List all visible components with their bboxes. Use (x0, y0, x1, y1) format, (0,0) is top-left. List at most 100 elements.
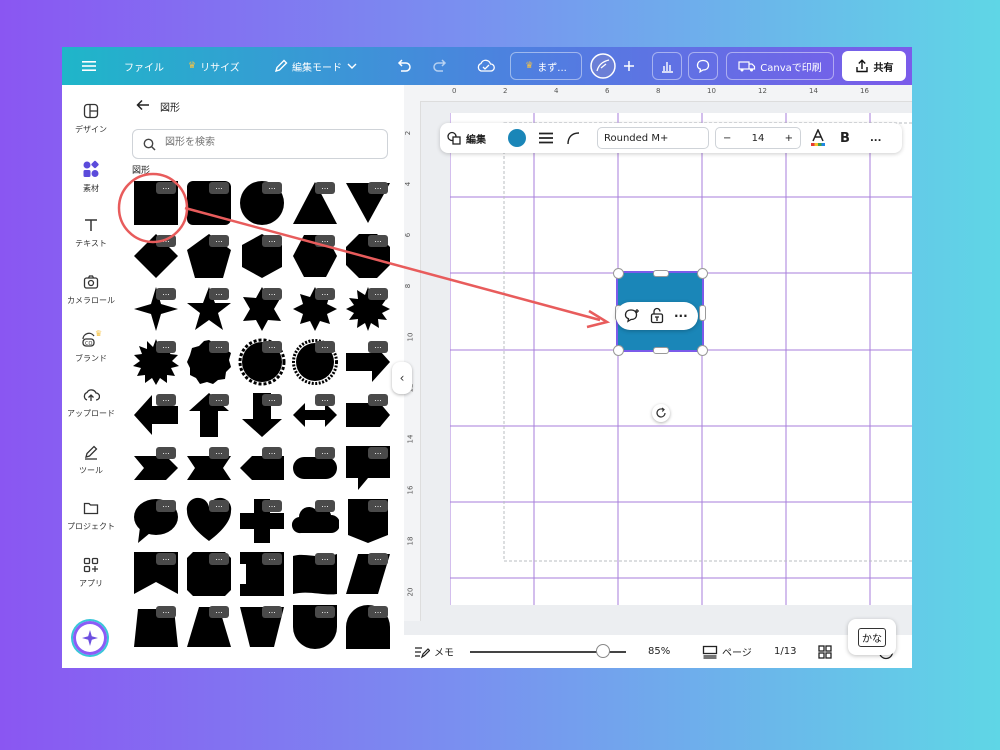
shape-speech[interactable]: ... (344, 444, 392, 492)
shape-more-button[interactable]: ... (315, 288, 335, 300)
shape-arrowR[interactable]: ... (344, 338, 392, 386)
rail-item-brand[interactable]: CO ♛ ブランド (62, 330, 120, 364)
rail-item-projects[interactable]: プロジェクト (62, 500, 120, 532)
shape-seal2[interactable]: ... (238, 338, 286, 386)
shape-roundsq[interactable]: ... (185, 179, 233, 227)
shape-star12[interactable]: ... (344, 285, 392, 333)
shape-trapDown[interactable]: ... (238, 603, 286, 651)
font-size-decrease-button[interactable]: − (723, 133, 731, 144)
shape-pill[interactable]: ... (291, 444, 339, 492)
shape-more-button[interactable]: ... (368, 394, 388, 406)
shape-seal[interactable]: ... (185, 338, 233, 386)
menu-button[interactable] (82, 47, 96, 85)
comment-add-button[interactable] (624, 308, 640, 328)
shape-shield[interactable]: ... (344, 497, 392, 545)
shape-star4[interactable]: ... (132, 285, 180, 333)
resize-handle-bl[interactable] (613, 345, 624, 356)
shape-more-button[interactable]: ... (156, 553, 176, 565)
shape-more-button[interactable]: ... (209, 235, 229, 247)
shape-octbox[interactable]: ... (185, 550, 233, 598)
share-button[interactable]: 共有 (842, 51, 906, 81)
input-mode-button[interactable]: かな (848, 619, 896, 655)
shape-more-button[interactable]: ... (262, 606, 282, 618)
more-options-button[interactable]: ... (870, 123, 881, 153)
shape-more-button[interactable]: ... (156, 394, 176, 406)
shape-circle[interactable]: ... (238, 179, 286, 227)
zoom-slider-track[interactable] (470, 644, 626, 658)
file-menu[interactable]: ファイル (124, 47, 164, 85)
shape-hexagon[interactable]: ... (238, 232, 286, 280)
shape-octagon[interactable]: ... (344, 232, 392, 280)
shape-more-button[interactable]: ... (368, 235, 388, 247)
rail-item-text[interactable]: テキスト (62, 217, 120, 249)
shape-more-button[interactable]: ... (262, 447, 282, 459)
shape-more-button[interactable]: ... (156, 447, 176, 459)
shape-ribbon[interactable]: ... (185, 444, 233, 492)
shape-more-button[interactable]: ... (156, 182, 176, 194)
shape-more-button[interactable]: ... (315, 394, 335, 406)
shape-more-button[interactable]: ... (262, 500, 282, 512)
resize-handle-br[interactable] (697, 345, 708, 356)
rail-item-design[interactable]: デザイン (62, 103, 120, 135)
border-style-button[interactable] (538, 123, 554, 153)
shape-more-button[interactable]: ... (209, 288, 229, 300)
shape-wave[interactable]: ... (291, 550, 339, 598)
save-status-button[interactable] (476, 47, 496, 85)
shape-triangle[interactable]: ... (291, 179, 339, 227)
shape-more-button[interactable]: ... (315, 182, 335, 194)
shape-more-button[interactable]: ... (315, 553, 335, 565)
shape-cloud[interactable]: ... (291, 497, 339, 545)
shape-more-button[interactable]: ... (156, 288, 176, 300)
print-with-canva-button[interactable]: Canvaで印刷 (726, 52, 834, 80)
shape-star5[interactable]: ... (185, 285, 233, 333)
undo-button[interactable] (396, 47, 412, 85)
shape-diamond[interactable]: ... (132, 232, 180, 280)
back-button[interactable] (136, 99, 150, 115)
rail-item-apps[interactable]: アプリ (62, 557, 120, 589)
shape-more-button[interactable]: ... (368, 182, 388, 194)
notes-button[interactable]: メモ (414, 635, 454, 668)
shape-more-button[interactable]: ... (209, 447, 229, 459)
avatar[interactable] (590, 47, 616, 85)
shape-uShape[interactable]: ... (291, 603, 339, 651)
shape-square[interactable]: ... (132, 179, 180, 227)
shape-more-button[interactable]: ... (368, 553, 388, 565)
edit-mode-dropdown[interactable]: 編集モード (274, 47, 358, 85)
shape-more-button[interactable]: ... (156, 235, 176, 247)
shape-hexflat[interactable]: ... (291, 232, 339, 280)
shape-more-button[interactable]: ... (156, 500, 176, 512)
rail-item-upload[interactable]: アップロード (62, 387, 120, 419)
shape-more-button[interactable]: ... (315, 341, 335, 353)
shape-bubble[interactable]: ... (132, 497, 180, 545)
collapse-panel-button[interactable]: ‹ (392, 362, 412, 394)
corner-rounding-button[interactable] (566, 123, 580, 153)
text-color-button[interactable] (810, 123, 826, 153)
resize-button[interactable]: ♛ リサイズ (188, 47, 240, 85)
font-selector[interactable]: Rounded M+ (597, 127, 709, 149)
resize-handle-tr[interactable] (697, 268, 708, 279)
shape-more-button[interactable]: ... (262, 288, 282, 300)
shape-star8[interactable]: ... (291, 285, 339, 333)
search-input[interactable] (163, 136, 377, 149)
shape-more-button[interactable]: ... (209, 500, 229, 512)
design-page[interactable] (450, 113, 912, 605)
shape-more-button[interactable]: ... (209, 341, 229, 353)
rail-item-elements[interactable]: 素材 (62, 160, 120, 194)
shape-more-button[interactable]: ... (156, 341, 176, 353)
shape-arch[interactable]: ... (344, 603, 392, 651)
shape-heart[interactable]: ... (185, 497, 233, 545)
shape-more-button[interactable]: ... (315, 447, 335, 459)
shape-search-box[interactable] (132, 129, 388, 159)
rotate-handle[interactable] (652, 404, 670, 422)
magic-ai-button[interactable] (73, 621, 107, 655)
shape-more-button[interactable]: ... (262, 394, 282, 406)
shape-trapUp[interactable]: ... (132, 603, 180, 651)
shape-trapez[interactable]: ... (185, 603, 233, 651)
resize-handle-top[interactable] (653, 270, 669, 277)
shape-more-button[interactable]: ... (368, 500, 388, 512)
shape-more-button[interactable]: ... (315, 235, 335, 247)
shape-cross[interactable]: ... (238, 497, 286, 545)
shape-arrowL[interactable]: ... (132, 391, 180, 439)
shape-more-button[interactable]: ... (262, 182, 282, 194)
rail-item-tools[interactable]: ツール (62, 444, 120, 476)
